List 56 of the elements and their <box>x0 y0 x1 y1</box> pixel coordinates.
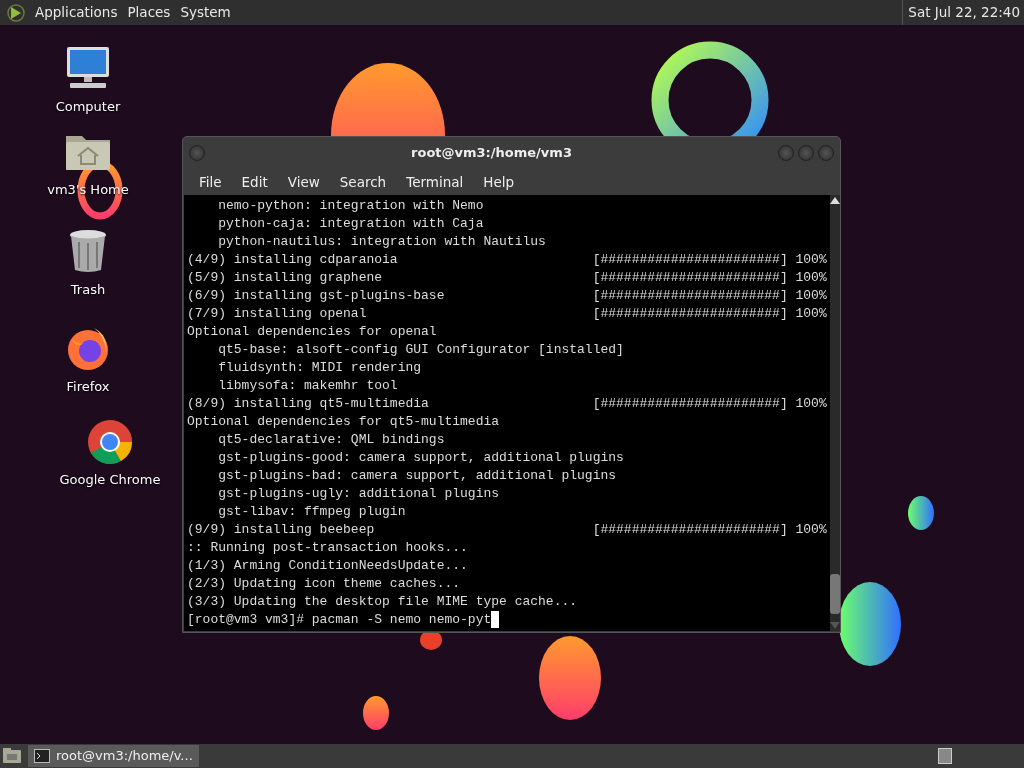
text-cursor <box>491 611 500 628</box>
terminal-line: (8/9) installing qt5-multimedia <box>187 395 430 413</box>
terminal-line: (4/9) installing cdparanoia <box>187 251 399 269</box>
scrollbar[interactable] <box>829 195 840 631</box>
taskbar-button[interactable]: root@vm3:/home/v... <box>28 745 199 767</box>
browser-ball-icon[interactable] <box>86 418 134 466</box>
terminal-line: nemo-python: integration with Nemo <box>217 197 485 215</box>
panel-menu[interactable]: System <box>175 0 236 25</box>
icon-label[interactable]: Trash <box>70 280 106 300</box>
terminal-line: python-nautilus: integration with Nautilus <box>217 233 547 251</box>
window-title: root@vm3:/home/vm3 <box>410 143 573 162</box>
terminal-line: qt5-base: alsoft-config GUI Configurator [installed] <box>217 341 625 359</box>
menu-item[interactable]: Search <box>329 171 397 192</box>
progress-text: [#######################] 100% <box>592 288 827 303</box>
terminal-line: (9/9) installing beebeep <box>187 521 376 539</box>
icon-label[interactable]: Computer <box>55 97 121 117</box>
terminal-line: gst-plugins-good: camera support, additional plugins <box>217 449 625 467</box>
terminal-line: libmysofa: makemhr tool <box>217 377 399 395</box>
terminal-icon <box>34 749 50 763</box>
panel-menu[interactable]: Places <box>122 0 176 25</box>
terminal-line: fluidsynth: MIDI rendering <box>217 359 423 377</box>
terminal-line: Optional dependencies for openal <box>187 323 438 341</box>
scrollbar-thumb[interactable] <box>829 574 840 614</box>
menu-logo-icon[interactable] <box>6 2 26 23</box>
terminal-line: gst-libav: ffmpeg plugin <box>217 503 407 521</box>
progress-text: [#######################] 100% <box>592 306 827 321</box>
icon-label[interactable]: Firefox <box>66 377 110 397</box>
command-prompt: [root@vm3 vm3]# pacman -S nemo nemo-pyt <box>187 612 492 627</box>
terminal-line: (6/9) installing gst-plugins-base <box>187 287 446 305</box>
terminal-line: (3/3) Updating the desktop file MIME type cache... <box>187 593 579 611</box>
terminal-line: (7/9) installing openal <box>187 305 368 323</box>
clock[interactable]: Sat Jul 22, 22:40 <box>902 0 1024 25</box>
menu-item[interactable]: File <box>189 171 232 192</box>
terminal-line: Optional dependencies for qt5-multimedia <box>187 413 501 431</box>
terminal-line: (2/3) Updating icon theme caches... <box>187 575 462 593</box>
menu-item[interactable]: View <box>277 171 330 192</box>
menu-item[interactable]: Terminal <box>396 171 474 192</box>
panel-menu[interactable]: Applications <box>30 0 123 25</box>
terminal-line: :: Running post-transaction hooks... <box>187 539 469 557</box>
terminal-line: gst-plugins-bad: camera support, additional plugins <box>217 467 618 485</box>
workspace-switcher[interactable] <box>938 748 952 764</box>
terminal-line: qt5-declarative: QML bindings <box>217 431 446 449</box>
progress-text: [#######################] 100% <box>592 522 827 537</box>
terminal-line: (5/9) installing graphene <box>187 269 384 287</box>
progress-text: [#######################] 100% <box>592 396 827 411</box>
icon-label[interactable]: Google Chrome <box>59 470 161 490</box>
scroll-up-arrow-icon[interactable] <box>829 197 840 204</box>
terminal-line: gst-plugins-ugly: additional plugins <box>217 485 501 503</box>
menu-item[interactable]: Edit <box>231 171 278 192</box>
terminal-line: python-caja: integration with Caja <box>217 215 485 233</box>
scroll-down-arrow-icon[interactable] <box>829 622 840 629</box>
menu-item[interactable]: Help <box>473 171 525 192</box>
show-desktop-icon[interactable] <box>2 746 22 766</box>
progress-text: [#######################] 100% <box>592 252 827 267</box>
progress-text: [#######################] 100% <box>592 270 827 285</box>
terminal-line: (1/3) Arming ConditionNeedsUpdate... <box>187 557 469 575</box>
